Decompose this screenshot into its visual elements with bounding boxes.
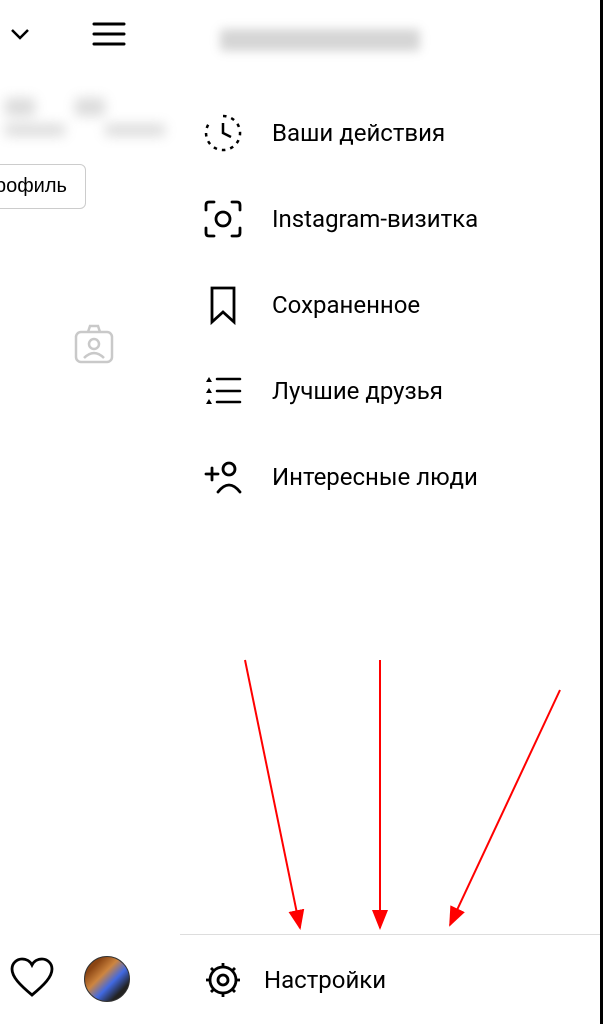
menu-item-nametag[interactable]: Instagram-визитка <box>202 176 600 262</box>
settings-label: Настройки <box>264 966 386 994</box>
drawer-header <box>180 20 600 60</box>
discover-people-icon <box>202 456 244 498</box>
drawer-menu-list: Ваши действия Instagram-визитка <box>180 90 600 520</box>
heart-icon[interactable] <box>10 957 54 1001</box>
menu-item-activity[interactable]: Ваши действия <box>202 90 600 176</box>
chevron-down-icon[interactable] <box>8 22 32 46</box>
menu-label: Лучшие друзья <box>272 376 443 406</box>
tagged-tab-icon[interactable] <box>70 320 118 368</box>
menu-label: Ваши действия <box>272 118 445 148</box>
activity-icon <box>202 112 244 154</box>
menu-label: Сохраненное <box>272 290 420 320</box>
qr-icon <box>202 198 244 240</box>
profile-stats-blurred <box>0 98 180 136</box>
menu-item-saved[interactable]: Сохраненное <box>202 262 600 348</box>
username-blurred <box>220 29 420 51</box>
settings-button[interactable]: Настройки <box>180 934 600 1024</box>
menu-label: Instagram-визитка <box>272 204 478 234</box>
hamburger-menu-icon[interactable] <box>92 20 126 48</box>
edit-profile-button[interactable]: ть профиль <box>0 164 86 209</box>
profile-background: ть профиль <box>0 0 180 1024</box>
menu-item-discover-people[interactable]: Интересные люди <box>202 434 600 520</box>
menu-label: Интересные люди <box>272 462 478 492</box>
bottom-nav <box>0 934 180 1024</box>
side-drawer: Ваши действия Instagram-визитка <box>180 0 603 1024</box>
close-friends-icon <box>202 370 244 412</box>
edit-profile-label: ть профиль <box>0 175 67 197</box>
gear-icon <box>202 959 244 1001</box>
profile-avatar[interactable] <box>84 956 130 1002</box>
menu-item-close-friends[interactable]: Лучшие друзья <box>202 348 600 434</box>
bookmark-icon <box>202 284 244 326</box>
